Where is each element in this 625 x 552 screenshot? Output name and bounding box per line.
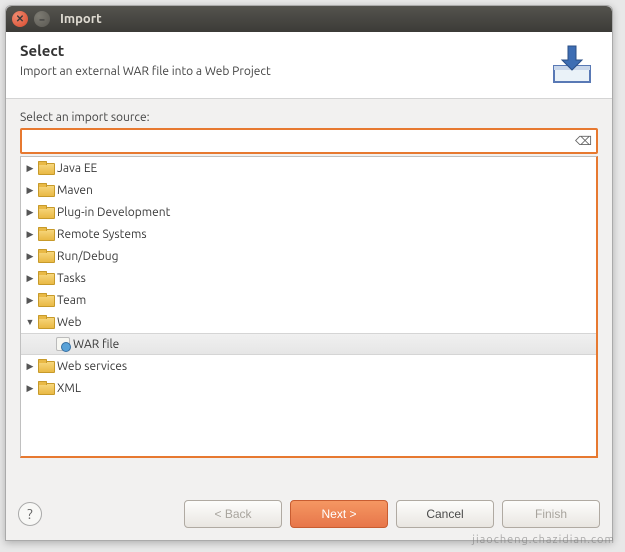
chevron-down-icon[interactable]: ▼: [25, 317, 35, 327]
page-title: Select: [20, 42, 271, 59]
tree-item-label: Web: [57, 316, 82, 329]
cancel-button[interactable]: Cancel: [396, 500, 494, 528]
chevron-right-icon[interactable]: ▶: [25, 383, 35, 394]
finish-button: Finish: [502, 500, 600, 528]
tree-item-label: Web services: [57, 360, 127, 373]
chevron-right-icon[interactable]: ▶: [25, 295, 35, 306]
folder-icon: [38, 183, 54, 197]
tree-item-team[interactable]: ▶ Team: [21, 289, 596, 311]
folder-icon: [38, 205, 54, 219]
folder-icon: [38, 227, 54, 241]
tree-item-xml[interactable]: ▶ XML: [21, 377, 596, 399]
tree-item-label: Plug-in Development: [57, 206, 170, 219]
folder-icon: [38, 271, 54, 285]
window-title: Import: [60, 12, 102, 26]
chevron-right-icon[interactable]: ▶: [25, 251, 35, 262]
tree-item-run-debug[interactable]: ▶ Run/Debug: [21, 245, 596, 267]
tree-item-web-services[interactable]: ▶ Web services: [21, 355, 596, 377]
tree-item-remote-systems[interactable]: ▶ Remote Systems: [21, 223, 596, 245]
chevron-right-icon[interactable]: ▶: [25, 361, 35, 372]
back-button: < Back: [184, 500, 282, 528]
button-bar: ? < Back Next > Cancel Finish: [6, 492, 612, 540]
tree-item-label: Run/Debug: [57, 250, 118, 263]
tree-item-label: WAR file: [73, 338, 119, 351]
chevron-right-icon[interactable]: ▶: [25, 273, 35, 284]
chevron-right-icon[interactable]: ▶: [25, 207, 35, 218]
import-dialog: ✕ – Import Select Import an external WAR…: [5, 5, 613, 541]
folder-icon: [38, 249, 54, 263]
tree-item-label: Tasks: [57, 272, 86, 285]
wizard-content: Select an import source: ⌫ ▶ Java EE ▶ M…: [6, 99, 612, 492]
chevron-right-icon[interactable]: ▶: [25, 185, 35, 196]
help-button[interactable]: ?: [18, 502, 42, 526]
tree-item-plugin-dev[interactable]: ▶ Plug-in Development: [21, 201, 596, 223]
tree-item-label: Team: [57, 294, 86, 307]
minimize-icon[interactable]: –: [34, 11, 50, 27]
folder-icon: [38, 315, 54, 329]
wizard-header: Select Import an external WAR file into …: [6, 32, 612, 99]
next-button[interactable]: Next >: [290, 500, 388, 528]
import-source-tree[interactable]: ▶ Java EE ▶ Maven ▶ Plug-in Development …: [20, 156, 598, 458]
tree-item-label: Maven: [57, 184, 93, 197]
tree-item-war-file[interactable]: WAR file: [21, 333, 596, 355]
tree-item-tasks[interactable]: ▶ Tasks: [21, 267, 596, 289]
page-subtitle: Import an external WAR file into a Web P…: [20, 65, 271, 78]
clear-icon[interactable]: ⌫: [575, 134, 592, 148]
folder-icon: [38, 161, 54, 175]
titlebar: ✕ – Import: [6, 6, 612, 32]
search-input[interactable]: [20, 128, 598, 154]
tree-item-label: Remote Systems: [57, 228, 147, 241]
tree-item-label: Java EE: [57, 162, 97, 175]
folder-icon: [38, 359, 54, 373]
close-icon[interactable]: ✕: [12, 11, 28, 27]
tree-item-label: XML: [57, 382, 81, 395]
war-file-icon: [56, 337, 70, 351]
folder-icon: [38, 293, 54, 307]
tree-item-maven[interactable]: ▶ Maven: [21, 179, 596, 201]
search-wrap: ⌫: [20, 128, 598, 154]
chevron-right-icon[interactable]: ▶: [25, 163, 35, 174]
tree-item-web[interactable]: ▼ Web: [21, 311, 596, 333]
source-label: Select an import source:: [20, 111, 598, 124]
tree-item-javaee[interactable]: ▶ Java EE: [21, 157, 596, 179]
folder-icon: [38, 381, 54, 395]
import-icon: [546, 42, 598, 86]
chevron-right-icon[interactable]: ▶: [25, 229, 35, 240]
